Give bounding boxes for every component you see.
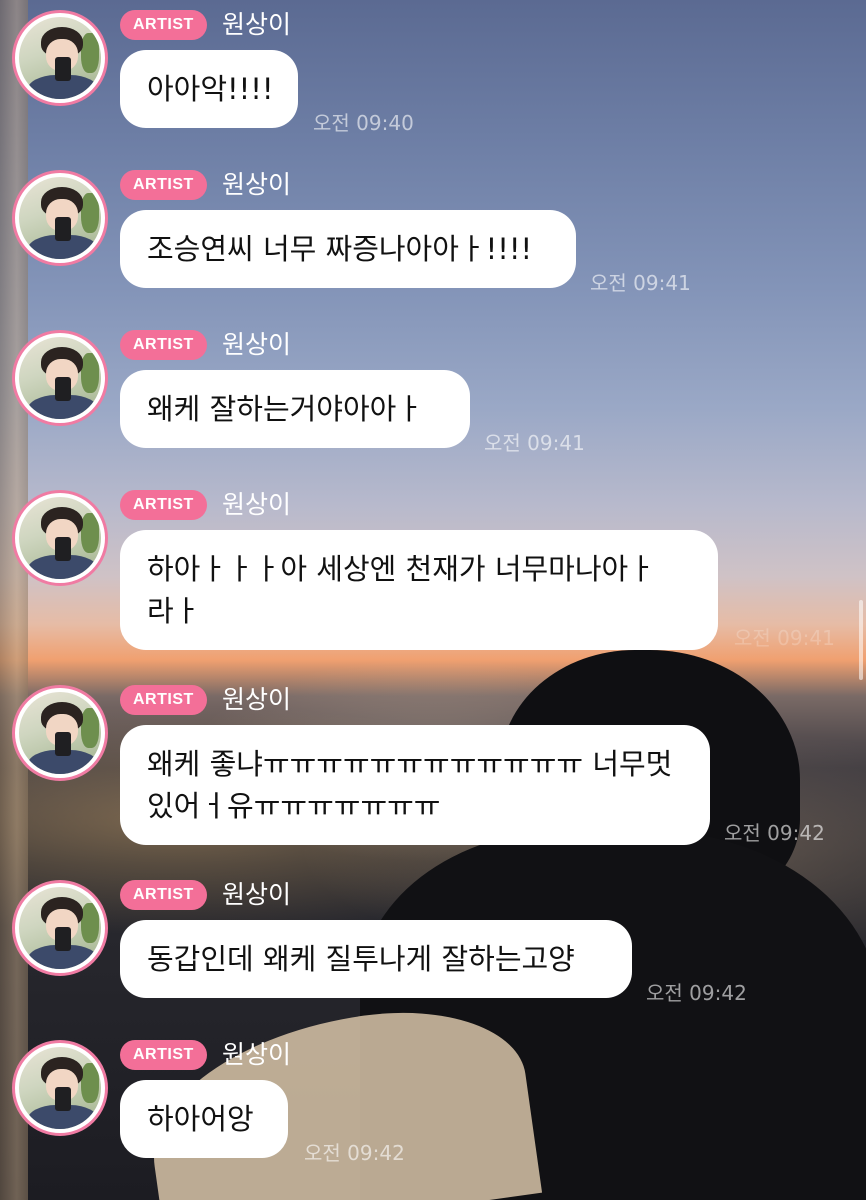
message-bubble[interactable]: 아아악!!!! [120,50,298,128]
message-text-line: 있어ㅓ유ㅠㅠㅠㅠㅠㅠㅠ [147,789,441,823]
artist-badge: ARTIST [120,330,207,360]
chat-feed: ARTIST 원상이 아아악!!!! 오전 09:40 ARTIST 원상이 조… [0,0,866,1200]
artist-badge: ARTIST [120,880,207,910]
message-timestamp: 오전 09:41 [484,431,585,455]
sender-name[interactable]: 원상이 [222,486,291,524]
message-bubble[interactable]: 왜케 잘하는거야아아ㅏ [120,370,470,448]
message-text: 조승연씨 너무 짜증나아아ㅏ!!!! [147,232,533,266]
message-bubble[interactable]: 조승연씨 너무 짜증나아아ㅏ!!!! [120,210,576,288]
message-timestamp: 오전 09:41 [734,626,835,650]
sender-name[interactable]: 원상이 [222,6,291,44]
message-text-line: 라ㅏ [147,594,201,628]
message-text: 왜케 잘하는거야아아ㅏ [147,392,424,426]
sender-name[interactable]: 원상이 [222,326,291,364]
message-bubble[interactable]: 왜케 좋냐ㅠㅠㅠㅠㅠㅠㅠㅠㅠㅠㅠㅠ 너무멋 있어ㅓ유ㅠㅠㅠㅠㅠㅠㅠ [120,725,710,845]
avatar[interactable] [12,880,108,976]
sender-name[interactable]: 원상이 [222,1036,291,1074]
message-bubble[interactable]: 하아어앙 [120,1080,288,1158]
artist-badge: ARTIST [120,685,207,715]
avatar[interactable] [12,685,108,781]
artist-badge: ARTIST [120,1040,207,1070]
message-text-line: 왜케 좋냐ㅠㅠㅠㅠㅠㅠㅠㅠㅠㅠㅠㅠ 너무멋 [147,747,673,781]
sender-name[interactable]: 원상이 [222,876,291,914]
message-bubble[interactable]: 하아ㅏㅏㅏ아 세상엔 천재가 너무마나아ㅏ 라ㅏ [120,530,718,650]
artist-badge: ARTIST [120,10,207,40]
message-timestamp: 오전 09:41 [590,271,691,295]
message-timestamp: 오전 09:42 [646,981,747,1005]
avatar[interactable] [12,1040,108,1136]
avatar[interactable] [12,330,108,426]
message-timestamp: 오전 09:42 [724,821,825,845]
message-timestamp: 오전 09:42 [304,1141,405,1165]
avatar[interactable] [12,170,108,266]
sender-name[interactable]: 원상이 [222,166,291,204]
message-text: 동갑인데 왜케 질투나게 잘하는고양 [147,942,575,976]
message-text: 하아어앙 [147,1102,254,1136]
message-text-line: 하아ㅏㅏㅏ아 세상엔 천재가 너무마나아ㅏ [147,552,655,586]
avatar[interactable] [12,10,108,106]
sender-name[interactable]: 원상이 [222,681,291,719]
message-timestamp: 오전 09:40 [313,111,414,135]
message-bubble[interactable]: 동갑인데 왜케 질투나게 잘하는고양 [120,920,632,998]
artist-badge: ARTIST [120,490,207,520]
avatar[interactable] [12,490,108,586]
artist-badge: ARTIST [120,170,207,200]
message-text: 아아악!!!! [147,72,274,106]
